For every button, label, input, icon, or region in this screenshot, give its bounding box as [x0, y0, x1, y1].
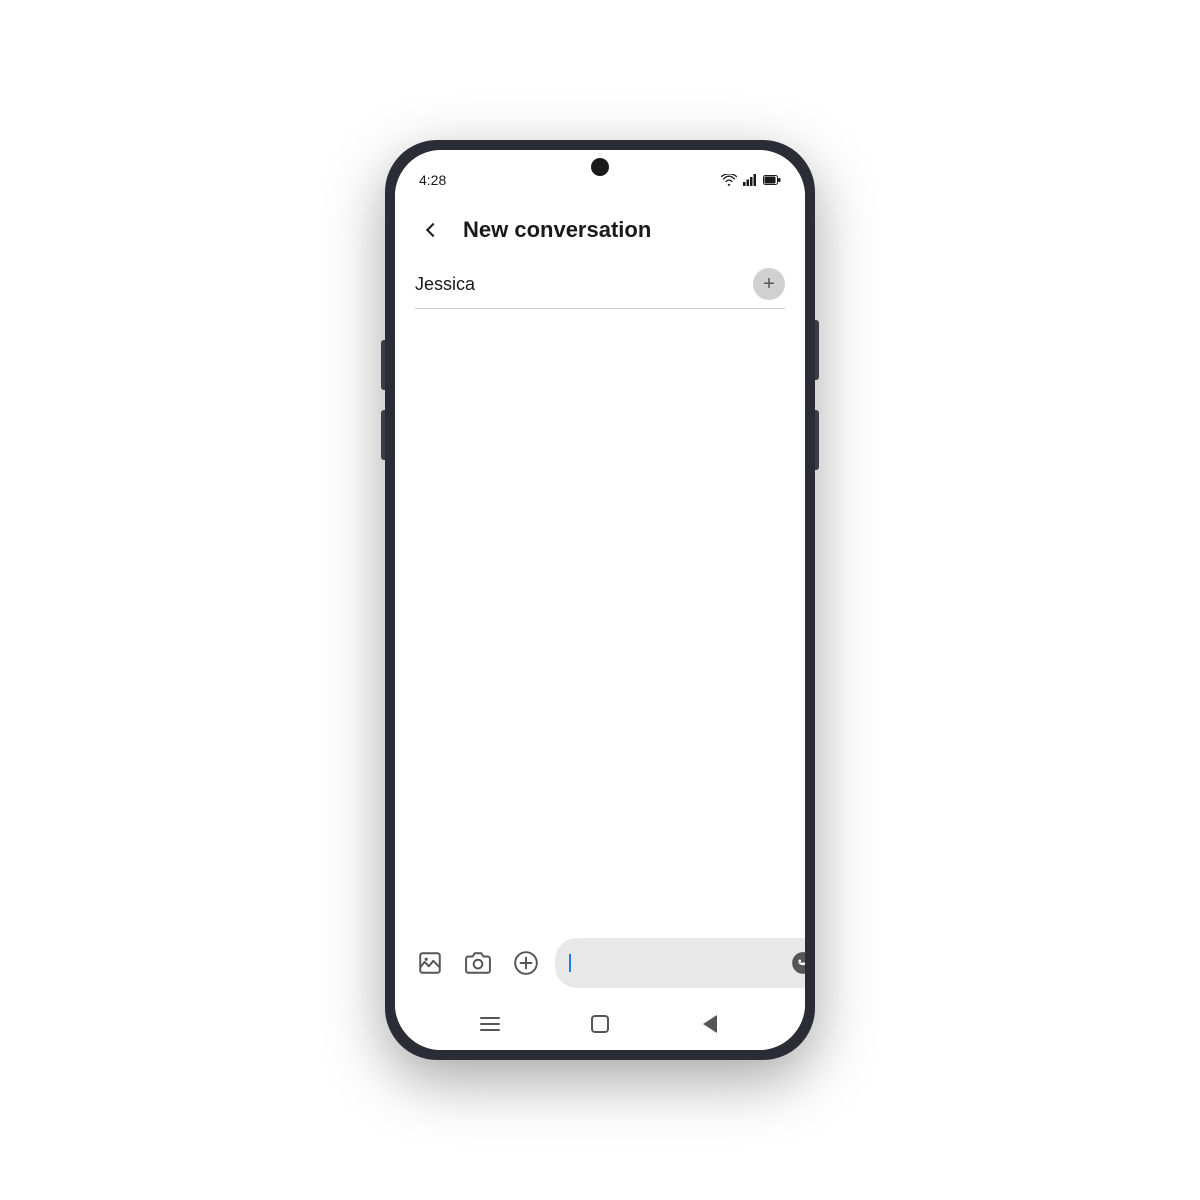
home-button[interactable]	[580, 1004, 620, 1044]
recipient-row: +	[415, 260, 785, 309]
sticker-icon	[790, 950, 805, 976]
back-button[interactable]	[415, 212, 451, 248]
volume-down-button[interactable]	[381, 410, 385, 460]
wifi-icon	[721, 174, 737, 186]
add-recipient-button[interactable]: +	[753, 268, 785, 300]
status-icons	[721, 174, 781, 186]
gallery-icon	[417, 950, 443, 976]
camera-icon	[465, 950, 491, 976]
recents-button[interactable]	[470, 1004, 510, 1044]
add-button[interactable]	[507, 944, 545, 982]
gallery-button[interactable]	[411, 944, 449, 982]
status-time: 4:28	[419, 172, 446, 188]
home-icon	[591, 1015, 609, 1033]
page-title: New conversation	[463, 217, 785, 243]
plus-icon: +	[763, 274, 775, 294]
app-content: New conversation +	[395, 200, 805, 1050]
status-bar: 4:28	[395, 150, 805, 200]
text-cursor	[569, 954, 571, 972]
volume-up-button[interactable]	[381, 340, 385, 390]
nav-back-button[interactable]	[690, 1004, 730, 1044]
nav-bar	[395, 998, 805, 1050]
battery-icon	[763, 175, 781, 185]
message-input-wrapper[interactable]	[555, 938, 805, 988]
recents-icon	[480, 1017, 500, 1031]
camera-button[interactable]	[459, 944, 497, 982]
message-area	[395, 309, 805, 928]
bottom-toolbar	[395, 928, 805, 998]
sticker-button[interactable]	[786, 946, 805, 980]
recipient-input[interactable]	[415, 274, 753, 295]
camera-notch	[591, 158, 609, 176]
nav-back-icon	[703, 1015, 717, 1033]
message-input[interactable]	[579, 955, 778, 972]
back-chevron-icon	[426, 223, 440, 237]
signal-icon	[743, 174, 757, 186]
top-bar: New conversation	[395, 200, 805, 260]
phone-frame: 4:28	[385, 140, 815, 1060]
phone-screen: 4:28	[395, 150, 805, 1050]
add-icon	[513, 950, 539, 976]
